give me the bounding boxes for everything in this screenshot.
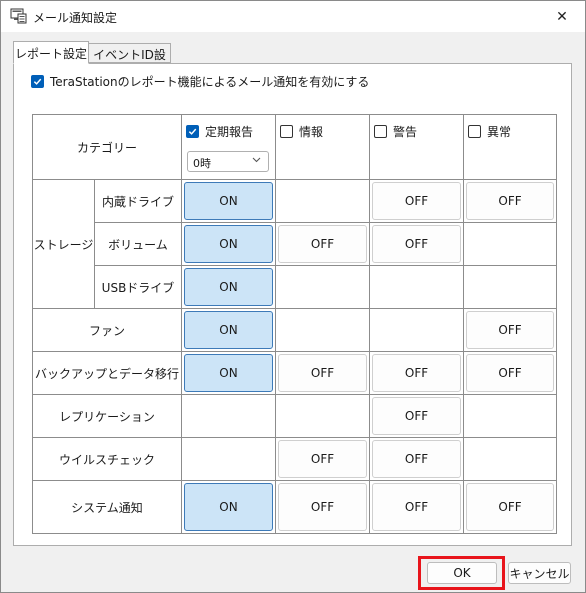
toggle-warning-row-0[interactable]: OFF — [372, 182, 461, 220]
periodic-checkbox[interactable] — [186, 125, 199, 138]
info-checkbox[interactable] — [280, 125, 293, 138]
toggle-periodic-row-3[interactable]: ON — [184, 311, 273, 349]
matrix-cell — [370, 309, 464, 352]
toggle-periodic-row-7[interactable]: ON — [184, 483, 273, 531]
matrix-cell — [464, 266, 557, 309]
matrix-cell — [182, 395, 276, 438]
report-settings-panel: TeraStationのレポート機能によるメール通知を有効にする カテゴリー 定… — [13, 63, 572, 546]
enable-notification-checkbox[interactable] — [31, 75, 44, 88]
toggle-periodic-row-0[interactable]: ON — [184, 182, 273, 220]
column-header-info: 情報 — [276, 115, 370, 180]
periodic-label: 定期報告 — [205, 125, 254, 139]
matrix-cell — [276, 180, 370, 223]
row-label-fan: ファン — [33, 309, 182, 352]
warning-checkbox[interactable] — [374, 125, 387, 138]
mail-notification-dialog: メール通知設定 ✕ レポート設定 イベントID設定 TeraStationのレポ… — [0, 0, 586, 593]
checkmark-icon — [188, 128, 197, 135]
matrix-cell — [370, 266, 464, 309]
matrix-cell — [182, 438, 276, 481]
chevron-down-icon — [251, 154, 262, 168]
checkmark-icon — [33, 78, 42, 85]
toggle-periodic-row-2[interactable]: ON — [184, 268, 273, 306]
matrix-cell — [464, 395, 557, 438]
matrix-cell — [276, 309, 370, 352]
error-checkbox[interactable] — [468, 125, 481, 138]
row-label-system-notice: システム通知 — [33, 481, 182, 534]
toggle-info-row-7[interactable]: OFF — [278, 483, 367, 531]
column-header-error: 異常 — [464, 115, 557, 180]
toggle-info-row-6[interactable]: OFF — [278, 440, 367, 478]
toggle-warning-row-4[interactable]: OFF — [372, 354, 461, 392]
app-window-icon — [10, 8, 27, 24]
window-title: メール通知設定 — [33, 11, 118, 25]
toggle-periodic-row-1[interactable]: ON — [184, 225, 273, 263]
row-label-backup: バックアップとデータ移行 — [33, 352, 182, 395]
cancel-button[interactable]: キャンセル — [508, 562, 571, 584]
toggle-error-row-7[interactable]: OFF — [466, 483, 554, 531]
toggle-info-row-1[interactable]: OFF — [278, 225, 367, 263]
matrix-cell — [464, 223, 557, 266]
row-label-internal-drive: 内蔵ドライブ — [95, 180, 182, 223]
toggle-warning-row-6[interactable]: OFF — [372, 440, 461, 478]
toggle-warning-row-1[interactable]: OFF — [372, 225, 461, 263]
storage-group-label: ストレージ — [33, 180, 95, 309]
column-header-warning: 警告 — [370, 115, 464, 180]
info-label: 情報 — [299, 125, 324, 139]
matrix-cell — [276, 266, 370, 309]
category-header: カテゴリー — [33, 115, 182, 180]
tab-report-settings[interactable]: レポート設定 — [13, 41, 89, 64]
enable-notification-row[interactable]: TeraStationのレポート機能によるメール通知を有効にする — [31, 73, 369, 90]
toggle-error-row-4[interactable]: OFF — [466, 354, 554, 392]
row-label-usb-drive: USBドライブ — [95, 266, 182, 309]
row-label-volume: ボリューム — [95, 223, 182, 266]
toggle-info-row-4[interactable]: OFF — [278, 354, 367, 392]
close-button[interactable]: ✕ — [550, 6, 574, 28]
column-header-periodic: 定期報告 0時 — [182, 115, 276, 180]
row-label-replication: レプリケーション — [33, 395, 182, 438]
notification-matrix: カテゴリー 定期報告 0時 情報 警告 異常 ストレージ 内蔵ドライブ ボリュー… — [32, 114, 557, 534]
ok-button[interactable]: OK — [427, 562, 497, 584]
matrix-cell — [276, 395, 370, 438]
warning-label: 警告 — [393, 125, 418, 139]
row-label-virus-check: ウイルスチェック — [33, 438, 182, 481]
toggle-periodic-row-4[interactable]: ON — [184, 354, 273, 392]
tab-event-id-settings[interactable]: イベントID設定 — [89, 43, 171, 79]
title-bar: メール通知設定 ✕ — [1, 1, 585, 32]
toggle-error-row-0[interactable]: OFF — [466, 182, 554, 220]
error-label: 異常 — [487, 125, 512, 139]
schedule-time-select[interactable]: 0時 — [187, 151, 269, 172]
enable-notification-label: TeraStationのレポート機能によるメール通知を有効にする — [50, 75, 370, 89]
toggle-warning-row-7[interactable]: OFF — [372, 483, 461, 531]
matrix-cell — [464, 438, 557, 481]
close-icon: ✕ — [556, 9, 568, 25]
schedule-time-value: 0時 — [193, 157, 211, 170]
toggle-error-row-3[interactable]: OFF — [466, 311, 554, 349]
toggle-warning-row-5[interactable]: OFF — [372, 397, 461, 435]
